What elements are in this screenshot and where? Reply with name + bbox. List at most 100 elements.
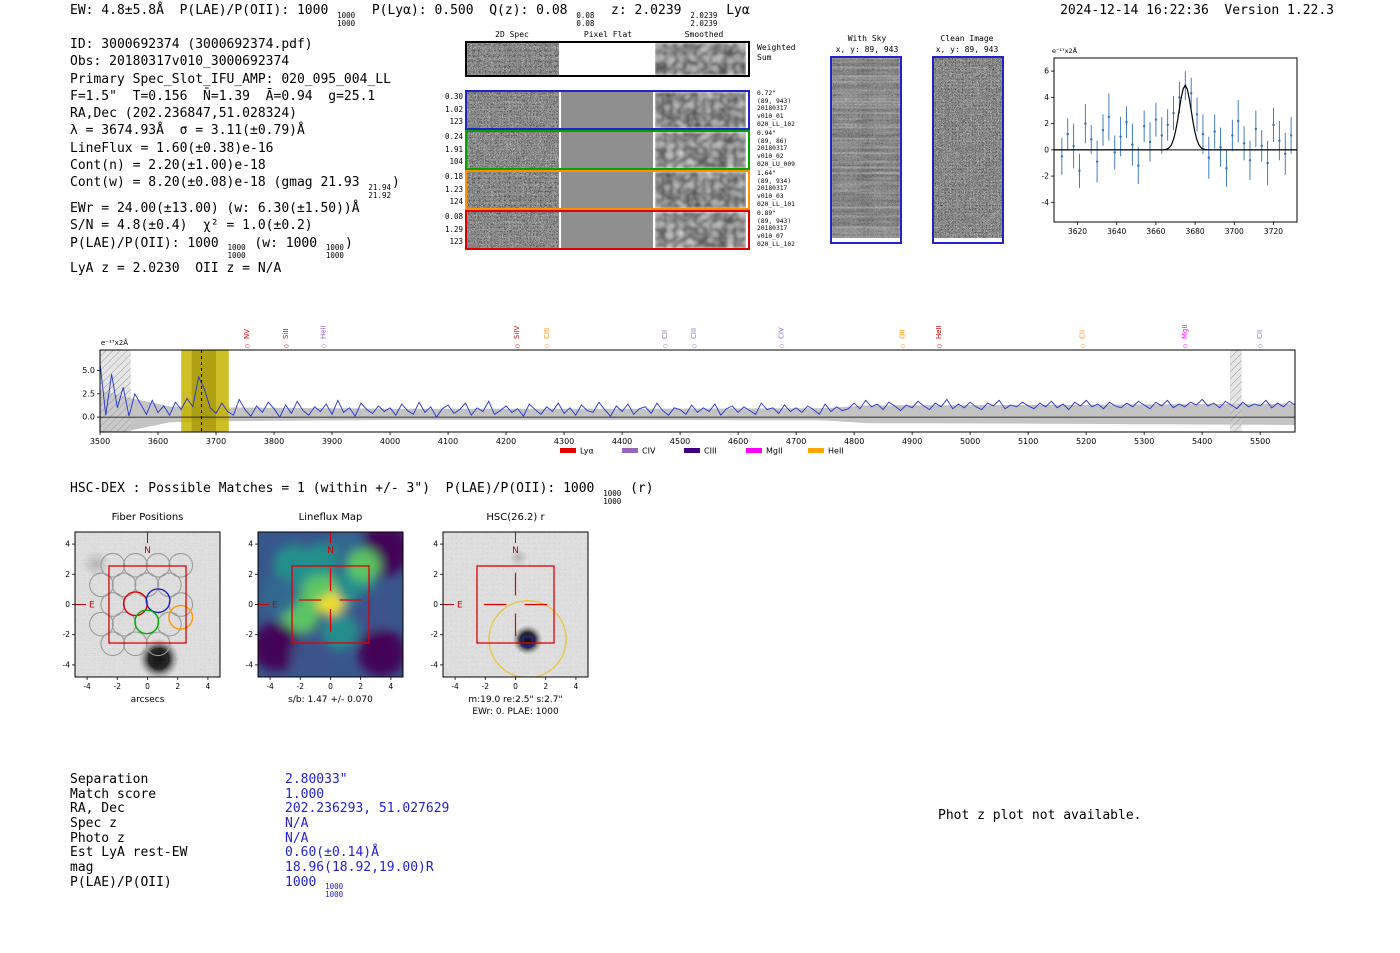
svg-text:3640: 3640 xyxy=(1107,227,1126,236)
svg-text:-4: -4 xyxy=(1042,198,1050,207)
spec2d-image xyxy=(467,132,559,168)
match-row-value: 1000 1000 1000 xyxy=(285,874,344,900)
line-marker-label: HeII xyxy=(935,325,943,339)
detection-info-block: ID: 3000692374 (3000692374.pdf) Obs: 2018… xyxy=(70,36,400,278)
svg-text:3660: 3660 xyxy=(1146,227,1165,236)
match-row-label: Match score xyxy=(70,786,157,802)
svg-text:4600: 4600 xyxy=(728,437,748,446)
cutout-title: Lineflux Map xyxy=(299,512,363,523)
svg-text:4: 4 xyxy=(433,540,438,549)
legend-label: HeII xyxy=(828,447,844,456)
compass-north-label: N xyxy=(327,546,334,556)
svg-text:4: 4 xyxy=(206,682,211,691)
line-marker-label: OII xyxy=(899,329,907,339)
match-table: Separation 2.80033" Match score 1.000 RA, De… xyxy=(70,772,449,899)
spec2d-row-left-label: 0.08 1.29 123 xyxy=(444,212,463,247)
line-marker-label: NV xyxy=(243,329,251,339)
spec2d-row-right-label: Weighted Sum xyxy=(757,43,796,62)
stacked-fraction: 1000 1000 xyxy=(603,488,622,506)
svg-text:(): () xyxy=(1258,344,1264,348)
cutout-xlabel: m:19.0 re:2.5" s:2.7" xyxy=(468,695,562,705)
match-row-label: Separation xyxy=(70,772,149,787)
info-line-6: LineFlux = 1.60(±0.38)e-16 xyxy=(70,140,274,156)
stacked-fraction: 21.94 21.92 xyxy=(368,182,391,200)
legend-label: MgII xyxy=(766,447,783,456)
svg-text:(): () xyxy=(1080,344,1086,348)
pixel-flat-image xyxy=(561,172,653,208)
svg-text:2.5: 2.5 xyxy=(82,389,95,398)
svg-text:5400: 5400 xyxy=(1192,437,1212,446)
stacked-fraction: 1000 1000 xyxy=(325,243,344,261)
svg-text:4400: 4400 xyxy=(612,437,632,446)
pixel-flat-image xyxy=(561,132,653,168)
svg-text:2: 2 xyxy=(248,570,253,579)
svg-text:-4: -4 xyxy=(63,660,71,669)
cutout-title: Fiber Positions xyxy=(112,512,184,523)
stacked-fraction: 2.0239 2.0239 xyxy=(690,10,718,28)
svg-text:5500: 5500 xyxy=(1250,437,1270,446)
svg-text:4200: 4200 xyxy=(496,437,516,446)
svg-text:3620: 3620 xyxy=(1068,227,1087,236)
spec2d-row-left-label: 0.30 1.02 123 xyxy=(444,92,463,127)
match-table-row-6: mag 18.96(18.92,19.00)R xyxy=(70,860,449,875)
photz-note: Phot z plot not available. xyxy=(938,808,1142,823)
cutout-xlabel: arcsecs xyxy=(131,695,165,705)
compass-east-label: E xyxy=(89,601,95,611)
sky-image-title-1: Clean Image x, y: 89, 943 xyxy=(935,34,999,54)
stacked-fraction: 0.08 0.08 xyxy=(576,10,595,28)
svg-text:e⁻¹⁷x2Å: e⁻¹⁷x2Å xyxy=(1052,46,1078,55)
svg-text:2: 2 xyxy=(358,682,363,691)
hsc-cutout-panel: N E -4 -4 -2 -2 0 0 2 2 4 4 HSC(26.2) r m:19.0 re:2.5… xyxy=(431,512,589,717)
svg-text:4: 4 xyxy=(574,682,579,691)
match-table-row-2: RA, Dec 202.236293, 51.027629 xyxy=(70,801,449,816)
header-summary: EW: 4.8±5.8Å P(LAE)/P(OII): 1000 1000 100… xyxy=(70,3,750,28)
match-row-value: 202.236293, 51.027629 xyxy=(285,801,450,817)
pixel-flat-image xyxy=(561,92,653,128)
svg-text:-4: -4 xyxy=(431,660,439,669)
info-line-11: P(LAE)/P(OII): 1000 1000 1000 (w: 1000 10… xyxy=(70,235,353,261)
svg-text:4000: 4000 xyxy=(380,437,400,446)
svg-text:2: 2 xyxy=(65,570,70,579)
match-row-value: 18.96(18.92,19.00)R xyxy=(285,860,434,876)
spec2d-col-header-2: Smoothed xyxy=(684,30,724,39)
svg-text:(): () xyxy=(322,344,328,348)
sky-image-title-0: With Sky x, y: 89, 943 xyxy=(835,34,899,54)
svg-text:4: 4 xyxy=(389,682,394,691)
lineflux-map-panel: N E -4 -4 -2 -2 0 0 2 2 4 4 Lineflux Map s/b: 1.47 +/… xyxy=(246,512,404,705)
svg-text:-2: -2 xyxy=(246,630,254,639)
line-marker-label: HeII xyxy=(320,325,328,339)
match-row-value: N/A xyxy=(285,816,309,832)
svg-text:5200: 5200 xyxy=(1076,437,1096,446)
svg-text:0.0: 0.0 xyxy=(82,413,95,422)
smoothed-image xyxy=(655,92,746,128)
smoothed-image xyxy=(655,132,746,168)
spec2d-image xyxy=(467,212,559,248)
info-line-5: λ = 3674.93Å σ = 3.11(±0.79)Å xyxy=(70,123,305,139)
info-line-10: S/N = 4.8(±0.4) χ² = 1.0(±0.2) xyxy=(70,218,313,234)
svg-text:4900: 4900 xyxy=(902,437,922,446)
match-row-value: N/A xyxy=(285,830,309,846)
info-line-12: LyA z = 2.0230 OII z = N/A xyxy=(70,261,282,277)
cutout-xlabel2: EWr: 0. PLAE: 1000 xyxy=(472,707,559,717)
spec2d-row-left-label: 0.24 1.91 104 xyxy=(444,132,463,167)
match-row-value: 0.60(±0.14)Å xyxy=(285,845,379,861)
svg-text:2: 2 xyxy=(543,682,548,691)
svg-text:4700: 4700 xyxy=(786,437,806,446)
svg-text:4800: 4800 xyxy=(844,437,864,446)
line-marker-label: MgII xyxy=(1181,324,1189,339)
smoothed-image xyxy=(655,172,746,208)
line-marker-label: CIII xyxy=(690,328,698,339)
info-line-8: Cont(w) = 8.20(±0.08)e-18 (gmag 21.93 21… xyxy=(70,175,400,200)
line-marker-label: CII xyxy=(661,330,669,339)
svg-text:-4: -4 xyxy=(266,682,274,691)
svg-text:4: 4 xyxy=(248,540,253,549)
svg-text:(): () xyxy=(901,344,907,348)
legend-label: Lyα xyxy=(580,447,594,456)
svg-text:-2: -2 xyxy=(1042,172,1050,181)
svg-text:3720: 3720 xyxy=(1264,227,1283,236)
svg-text:0: 0 xyxy=(513,682,518,691)
stacked-fraction: 1000 1000 xyxy=(337,10,356,28)
cutout-xlabel: s/b: 1.47 +/- 0.070 xyxy=(288,695,373,705)
spec2d-row-images xyxy=(465,130,750,170)
line-marker-label: CIV xyxy=(777,327,785,339)
